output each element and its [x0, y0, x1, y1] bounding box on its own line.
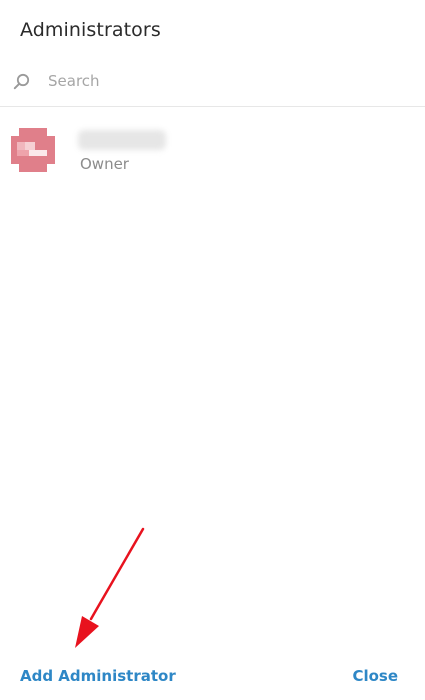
add-administrator-button[interactable]: Add Administrator — [20, 667, 176, 685]
search-bar — [0, 62, 425, 107]
close-button[interactable]: Close — [352, 667, 398, 685]
avatar — [11, 128, 55, 172]
admin-list-item[interactable]: Owner — [0, 118, 425, 184]
admin-role: Owner — [80, 155, 129, 173]
search-icon — [11, 71, 33, 93]
administrators-dialog: Administrators Owner — [0, 0, 425, 700]
dialog-title: Administrators — [20, 19, 161, 41]
admin-name-redacted — [78, 130, 166, 150]
search-input[interactable] — [48, 70, 398, 92]
